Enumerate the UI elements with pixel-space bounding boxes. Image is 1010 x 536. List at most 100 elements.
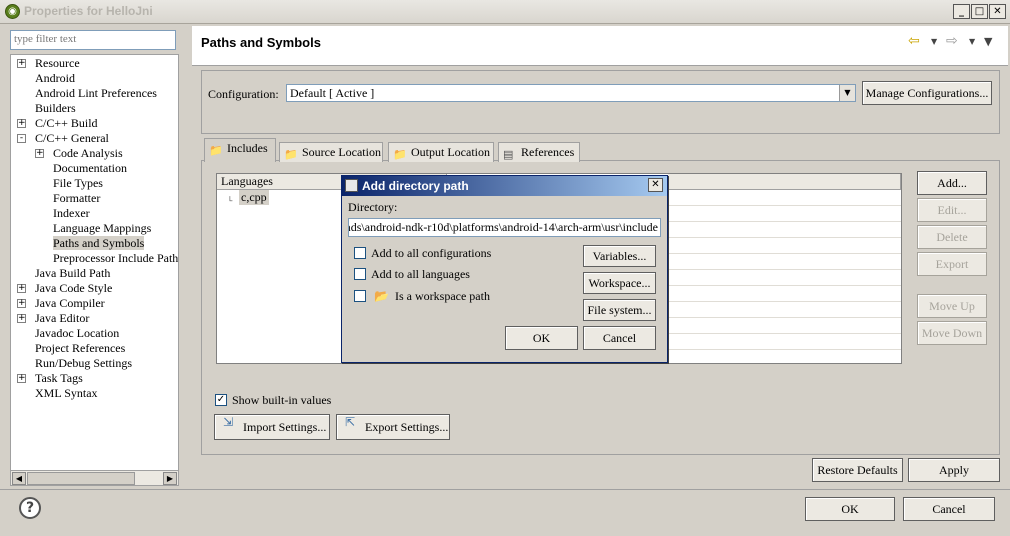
file-system-button[interactable]: File system...	[583, 299, 656, 321]
expand-icon[interactable]: +	[17, 314, 26, 323]
restore-defaults-button[interactable]: Restore Defaults	[812, 458, 903, 482]
tree-item-label: Java Compiler	[35, 296, 105, 310]
move-up-button[interactable]: Move Up	[917, 294, 987, 318]
workspace-button[interactable]: Workspace...	[583, 272, 656, 294]
minimize-button[interactable]: _	[953, 4, 970, 19]
app-icon: ◉	[5, 4, 20, 19]
tree-item[interactable]: Java Build Path	[35, 266, 110, 281]
tree-item[interactable]: Android	[35, 71, 75, 86]
add-button[interactable]: Add...	[917, 171, 987, 195]
tree-item[interactable]: Javadoc Location	[35, 326, 119, 341]
dialog-close-icon[interactable]: ✕	[648, 178, 663, 192]
tree-item[interactable]: Resource	[35, 56, 80, 71]
collapse-icon[interactable]: -	[17, 134, 26, 143]
cancel-button[interactable]: Cancel	[903, 497, 995, 521]
tree-item[interactable]: Builders	[35, 101, 76, 116]
workspace-path-label: Is a workspace path	[395, 289, 490, 303]
expand-icon[interactable]: +	[17, 119, 26, 128]
show-builtin-label: Show built-in values	[232, 393, 332, 407]
tree-item[interactable]: Android Lint Preferences	[35, 86, 157, 101]
scroll-thumb[interactable]	[27, 472, 135, 485]
dialog-cancel-button[interactable]: Cancel	[583, 326, 656, 350]
dialog-app-icon	[345, 179, 358, 192]
filter-input[interactable]: type filter text	[10, 30, 176, 50]
tree-item[interactable]: Indexer	[53, 206, 90, 221]
tree-item[interactable]: Task Tags	[35, 371, 83, 386]
tree-item-label: Documentation	[53, 161, 127, 175]
window-titlebar: ◉ Properties for HelloJni _ □ ✕	[0, 0, 1010, 24]
tree-item[interactable]: Formatter	[53, 191, 100, 206]
tree-item[interactable]: Paths and Symbols	[53, 236, 145, 251]
add-all-languages-checkbox[interactable]	[354, 268, 366, 280]
back-dropdown-icon[interactable]: ▼	[931, 37, 937, 46]
apply-button[interactable]: Apply	[908, 458, 1000, 482]
add-all-languages-label: Add to all languages	[371, 267, 470, 281]
expand-icon[interactable]: +	[17, 299, 26, 308]
tree-item-label: Formatter	[53, 191, 101, 205]
export-button[interactable]: Export	[917, 252, 987, 276]
tab-includes[interactable]: 📁 Includes	[204, 138, 276, 162]
tree-item[interactable]: Java Compiler	[35, 296, 105, 311]
tree-item[interactable]: Preprocessor Include Paths	[53, 251, 178, 266]
dialog-title: Add directory path	[362, 179, 469, 193]
configuration-combo[interactable]: Default [ Active ] ▼	[286, 84, 856, 102]
tab-references[interactable]: ▤ References	[498, 142, 580, 162]
tree-item[interactable]: C/C++ General	[35, 131, 109, 146]
export-icon: ⇱	[345, 415, 356, 429]
close-window-button[interactable]: ✕	[989, 4, 1006, 19]
forward-dropdown-icon[interactable]: ▼	[969, 37, 975, 46]
back-arrow-icon[interactable]: ⇦	[908, 33, 920, 49]
folder-icon: 📂	[374, 289, 389, 303]
workspace-path-checkbox[interactable]	[354, 290, 366, 302]
configuration-value: Default [ Active ]	[290, 86, 375, 100]
tree-item[interactable]: Java Code Style	[35, 281, 112, 296]
tree-item-label: Indexer	[53, 206, 90, 220]
move-down-button[interactable]: Move Down	[917, 321, 987, 345]
scroll-left-icon[interactable]: ◀	[12, 472, 26, 485]
show-builtin-checkbox[interactable]: ✓	[215, 394, 227, 406]
tree-item[interactable]: Project References	[35, 341, 125, 356]
tree-item[interactable]: Run/Debug Settings	[35, 356, 132, 371]
expand-icon[interactable]: +	[17, 374, 26, 383]
tree-item-label: Java Build Path	[35, 266, 111, 280]
tab-output-location[interactable]: 📁 Output Location	[388, 142, 494, 162]
ok-button[interactable]: OK	[805, 497, 895, 521]
export-settings-button[interactable]: ⇱ Export Settings...	[336, 414, 450, 440]
menu-chevron-icon[interactable]: ▼	[984, 35, 992, 48]
tree-item[interactable]: XML Syntax	[35, 386, 98, 401]
tree-item[interactable]: C/C++ Build	[35, 116, 98, 131]
tree-item[interactable]: Language Mappings	[53, 221, 151, 236]
chevron-down-icon[interactable]: ▼	[839, 85, 855, 101]
expand-icon[interactable]: +	[35, 149, 44, 158]
maximize-button[interactable]: □	[971, 4, 988, 19]
help-icon[interactable]: ?	[19, 497, 41, 519]
tree-item[interactable]: File Types	[53, 176, 103, 191]
tree-horizontal-scrollbar[interactable]: ◀ ▶	[10, 470, 179, 486]
variables-button[interactable]: Variables...	[583, 245, 656, 267]
source-folder-icon: 📁	[284, 148, 298, 161]
dialog-ok-button[interactable]: OK	[505, 326, 578, 350]
tree-item[interactable]: Java Editor	[35, 311, 89, 326]
expand-icon[interactable]: +	[17, 59, 26, 68]
include-paths-column-header[interactable]	[668, 174, 901, 190]
language-item[interactable]: c,cpp	[239, 190, 269, 205]
forward-arrow-icon[interactable]: ⇨	[946, 33, 958, 49]
dialog-titlebar[interactable]: Add directory path ✕	[342, 176, 667, 196]
import-settings-button[interactable]: ⇲ Import Settings...	[214, 414, 330, 440]
add-all-configurations-checkbox[interactable]	[354, 247, 366, 259]
references-icon: ▤	[503, 148, 514, 161]
expand-icon[interactable]: +	[17, 284, 26, 293]
tree-item-label: Java Code Style	[35, 281, 113, 295]
manage-configurations-button[interactable]: Manage Configurations...	[862, 81, 992, 105]
delete-button[interactable]: Delete	[917, 225, 987, 249]
tree-item[interactable]: Documentation	[53, 161, 127, 176]
tree-item-label: Task Tags	[35, 371, 83, 385]
tree-item[interactable]: Code Analysis	[53, 146, 123, 161]
tree-item-label: Builders	[35, 101, 76, 115]
scroll-right-icon[interactable]: ▶	[163, 472, 177, 485]
directory-input[interactable]: ‎ads\android-ndk-r10d\platforms\android-…	[348, 218, 661, 237]
edit-button[interactable]: Edit...	[917, 198, 987, 222]
tab-source-location[interactable]: 📁 Source Location	[279, 142, 383, 162]
tree-item-label: Android Lint Preferences	[35, 86, 157, 100]
tree-item-label: Paths and Symbols	[53, 236, 145, 250]
